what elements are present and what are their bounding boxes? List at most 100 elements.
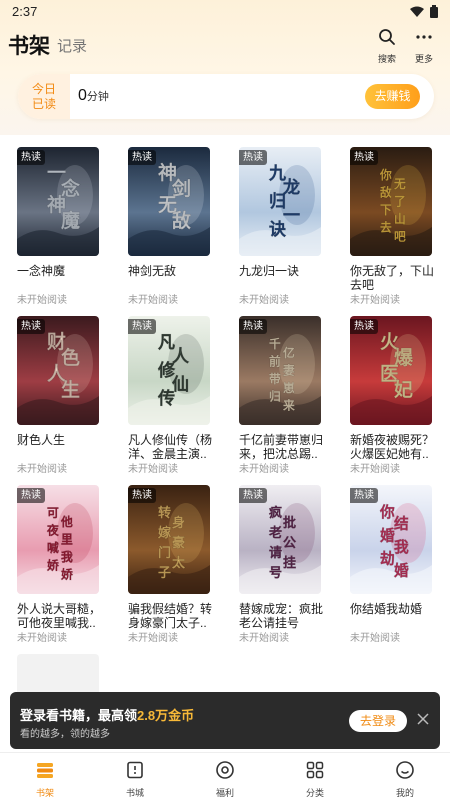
- book-cover: 可他夜里喊我娇娇 热读: [17, 485, 99, 594]
- hot-tag: 热读: [350, 319, 378, 334]
- svg-text:子: 子: [158, 566, 171, 581]
- svg-text:夜: 夜: [46, 524, 59, 538]
- svg-text:婚: 婚: [380, 526, 395, 544]
- svg-text:嫁: 嫁: [158, 525, 171, 541]
- search-label: 搜索: [377, 54, 396, 64]
- login-toast: 登录看书籍，最高领2.8万金币 看的越多，领的越多 去登录: [10, 692, 440, 749]
- book-cover: 转身嫁豪门太子 热读: [128, 485, 210, 594]
- toast-subtitle: 看的越多，领的越多: [20, 729, 110, 740]
- svg-text:结: 结: [394, 515, 409, 533]
- nav-item-category[interactable]: 分类: [285, 760, 345, 799]
- book-item[interactable]: 你结婚我劫婚 热读 你结婚我劫婚 未开始阅读: [350, 485, 440, 645]
- svg-text:批: 批: [283, 515, 296, 531]
- book-status: 未开始阅读: [350, 295, 400, 306]
- book-cover: 疯批老公请挂号 热读: [239, 485, 321, 594]
- today-read-tag: 今日 已读: [18, 74, 70, 119]
- svg-text:敌: 敌: [380, 186, 392, 200]
- status-time: 2:37: [12, 3, 38, 19]
- category-icon: [305, 760, 325, 785]
- book-title: 一念神魔: [17, 264, 66, 278]
- more-button[interactable]: 更多: [409, 28, 439, 65]
- toast-title: 登录看书籍，最高领2.8万金币: [20, 708, 195, 723]
- book-item[interactable]: 财色人生 热读 财色人生 未开始阅读: [17, 316, 107, 476]
- book-title: 凡人修仙传（杨洋、金晨主演..: [128, 433, 213, 461]
- svg-text:老: 老: [268, 525, 282, 541]
- svg-text:太: 太: [171, 555, 186, 571]
- book-title: 你无敌了，下山去吧: [350, 264, 435, 292]
- hot-tag: 热读: [239, 150, 267, 165]
- tab-record[interactable]: 记录: [57, 35, 87, 56]
- book-status: 未开始阅读: [350, 633, 400, 644]
- svg-text:里: 里: [61, 532, 73, 546]
- svg-text:下: 下: [380, 203, 392, 217]
- nav-item-welfare[interactable]: 福利: [195, 760, 255, 799]
- nav-item-bookstore[interactable]: 书城: [105, 760, 165, 799]
- svg-text:他: 他: [60, 515, 73, 529]
- book-item[interactable]: 千亿前妻带崽归来 热读 千亿前妻带崽归来，把沈总踢.. 未开始阅读: [239, 316, 329, 476]
- nav-label: 分类: [305, 788, 324, 798]
- book-status: 未开始阅读: [128, 464, 178, 475]
- hot-tag: 热读: [239, 488, 267, 503]
- book-item[interactable]: 转身嫁豪门太子 热读 骗我假结婚？转身嫁豪门太子.. 未开始阅读: [128, 485, 218, 645]
- book-cover: 你无敌了下山去吧 热读: [350, 147, 432, 256]
- today-read-value: 0分钟: [78, 87, 109, 104]
- search-button[interactable]: 搜索: [372, 28, 402, 65]
- book-status: 未开始阅读: [128, 295, 178, 306]
- svg-text:挂: 挂: [283, 555, 296, 571]
- book-status: 未开始阅读: [239, 464, 289, 475]
- svg-text:可: 可: [47, 506, 59, 520]
- svg-text:去: 去: [380, 221, 392, 235]
- book-title: 财色人生: [17, 433, 66, 447]
- svg-text:崽: 崽: [283, 381, 295, 395]
- book-item[interactable]: 九龙归一诀 热读 九龙归一诀 未开始阅读: [239, 147, 329, 307]
- book-item[interactable]: 疯批老公请挂号 热读 替嫁成宠：疯批老公请挂号 未开始阅读: [239, 485, 329, 645]
- svg-text:敌: 敌: [172, 209, 191, 232]
- bottom-nav: 书架 书城 福利 分类 我的: [0, 752, 450, 800]
- svg-text:了: 了: [394, 194, 406, 208]
- book-cover: 神剑无敌 热读: [128, 147, 210, 256]
- svg-text:传: 传: [157, 388, 175, 409]
- nav-label: 我的: [395, 788, 414, 798]
- svg-text:婚: 婚: [394, 561, 409, 579]
- book-status: 未开始阅读: [350, 464, 400, 475]
- book-title: 骗我假结婚？转身嫁豪门太子..: [128, 602, 213, 630]
- battery-icon: [430, 4, 438, 18]
- book-title: 替嫁成宠：疯批老公请挂号: [239, 602, 324, 630]
- bookshelf-icon: [35, 760, 55, 785]
- hot-tag: 热读: [128, 319, 156, 334]
- search-icon: [379, 29, 395, 45]
- tab-bookshelf[interactable]: 书架: [8, 30, 50, 60]
- status-bar: 2:37: [0, 0, 450, 22]
- book-status: 未开始阅读: [17, 464, 67, 475]
- more-label: 更多: [414, 54, 433, 64]
- book-title: 新婚夜被赐死？火爆医妃她有..: [350, 433, 435, 461]
- svg-text:号: 号: [269, 566, 282, 581]
- book-item[interactable]: 一念神魔 热读 一念神魔 未开始阅读: [17, 147, 107, 307]
- book-title: 你结婚我劫婚: [350, 602, 423, 616]
- book-title: 千亿前妻带崽归来，把沈总踢..: [239, 433, 324, 461]
- svg-text:吧: 吧: [394, 229, 406, 243]
- book-item[interactable]: 神剑无敌 热读 神剑无敌 未开始阅读: [128, 147, 218, 307]
- svg-text:转: 转: [158, 505, 171, 521]
- book-item[interactable]: 你无敌了下山去吧 热读 你无敌了，下山去吧 未开始阅读: [350, 147, 440, 307]
- close-icon[interactable]: [415, 711, 431, 727]
- book-item[interactable]: 可他夜里喊我娇娇 热读 外人说大哥糙，可他夜里喊我.. 未开始阅读: [17, 485, 107, 645]
- hot-tag: 热读: [350, 150, 378, 165]
- nav-item-bookshelf[interactable]: 书架: [15, 760, 75, 799]
- earn-money-button[interactable]: 去赚钱: [365, 84, 420, 109]
- nav-item-profile[interactable]: 我的: [375, 760, 435, 799]
- book-status: 未开始阅读: [239, 633, 289, 644]
- svg-text:诀: 诀: [269, 220, 287, 240]
- book-item[interactable]: 凡人修仙传 热读 凡人修仙传（杨洋、金晨主演.. 未开始阅读: [128, 316, 218, 476]
- svg-text:娇: 娇: [46, 559, 59, 573]
- svg-text:门: 门: [158, 545, 171, 561]
- header: 书架 记录 搜索 更多: [0, 28, 450, 64]
- svg-text:请: 请: [269, 545, 282, 561]
- book-item[interactable]: 火爆医妃 热读 新婚夜被赐死？火爆医妃她有.. 未开始阅读: [350, 316, 440, 476]
- svg-text:亿: 亿: [283, 346, 295, 360]
- svg-text:娇: 娇: [60, 567, 73, 581]
- login-button[interactable]: 去登录: [349, 710, 407, 732]
- book-title: 神剑无敌: [128, 264, 177, 278]
- book-cover: 财色人生 热读: [17, 316, 99, 425]
- svg-text:无: 无: [393, 177, 406, 191]
